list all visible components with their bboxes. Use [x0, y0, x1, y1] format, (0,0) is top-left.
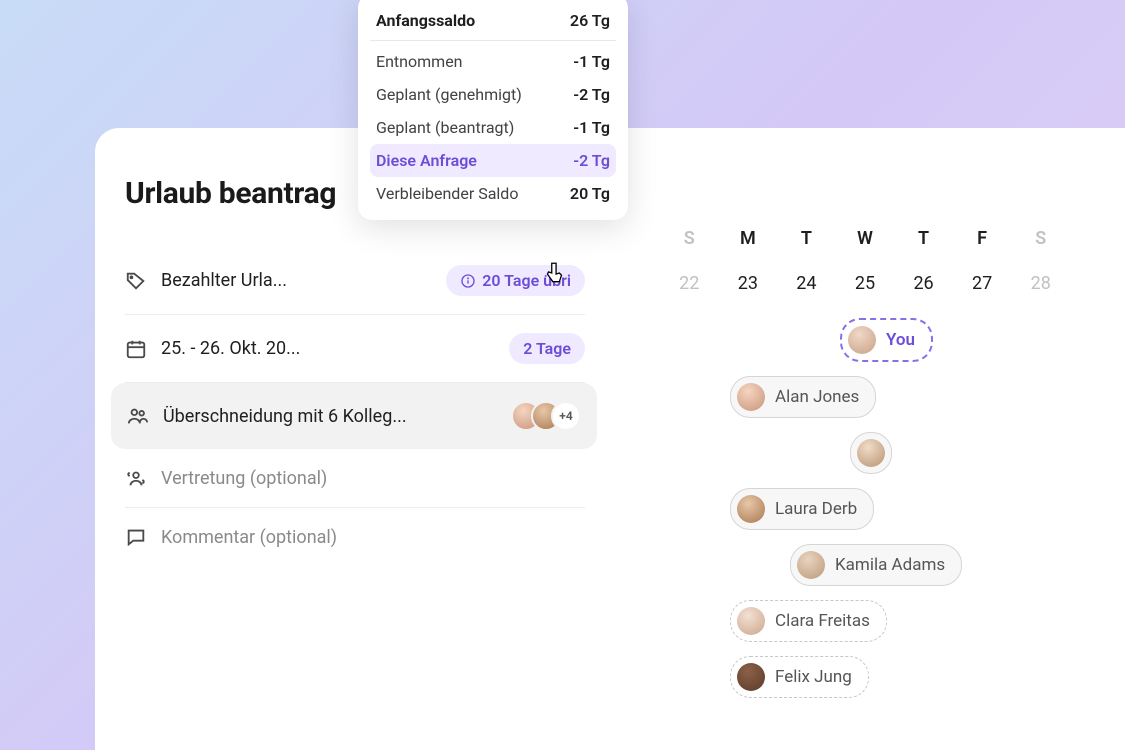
- person-pill[interactable]: Kamila Adams: [790, 544, 962, 586]
- weekday: W: [836, 228, 895, 249]
- comment-label: Kommentar (optional): [161, 527, 585, 548]
- info-icon: [460, 273, 476, 289]
- person-name: Alan Jones: [775, 387, 859, 407]
- substitute-label: Vertretung (optional): [161, 468, 585, 489]
- form-area: Bezahlter Urla... 20 Tage übri 25. - 26.…: [125, 247, 585, 566]
- tooltip-row: Entnommen -1 Tg: [370, 45, 616, 78]
- date-cell[interactable]: 23: [719, 273, 778, 294]
- person-pill[interactable]: [850, 432, 892, 474]
- weekday: T: [777, 228, 836, 249]
- tooltip-value: 20 Tg: [570, 184, 610, 203]
- avatar: [737, 383, 765, 411]
- substitute-row[interactable]: Vertretung (optional): [125, 449, 585, 508]
- tooltip-value: -1 Tg: [573, 52, 610, 71]
- tooltip-value: -2 Tg: [573, 151, 610, 170]
- person-pill-pending[interactable]: Felix Jung: [730, 656, 869, 698]
- person-pill[interactable]: Laura Derb: [730, 488, 874, 530]
- date-row: 22 23 24 25 26 27 28: [660, 273, 1070, 294]
- people-overlap-list: You Alan Jones Laura Derb Kamila Adams C…: [660, 318, 1070, 698]
- tooltip-label: Verbleibender Saldo: [376, 184, 518, 203]
- person-pill[interactable]: Alan Jones: [730, 376, 876, 418]
- tooltip-row: Geplant (beantragt) -1 Tg: [370, 111, 616, 144]
- person-name: Felix Jung: [775, 667, 852, 687]
- date-cell[interactable]: 27: [953, 273, 1012, 294]
- calendar-panel: S M T W T F S 22 23 24 25 26 27 28 You A…: [660, 228, 1070, 698]
- person-name: Kamila Adams: [835, 555, 945, 575]
- leave-type-row[interactable]: Bezahlter Urla... 20 Tage übri: [125, 247, 585, 315]
- substitute-icon: [125, 467, 147, 489]
- avatar: [848, 326, 876, 354]
- date-cell[interactable]: 22: [660, 273, 719, 294]
- tooltip-value: 26 Tg: [570, 11, 610, 30]
- person-name: You: [886, 330, 915, 350]
- people-icon: [127, 405, 149, 427]
- person-name: Clara Freitas: [775, 611, 870, 631]
- tooltip-label: Diese Anfrage: [376, 151, 477, 170]
- person-pill-pending[interactable]: Clara Freitas: [730, 600, 887, 642]
- weekday: M: [719, 228, 778, 249]
- tooltip-row: Anfangssaldo 26 Tg: [370, 4, 616, 41]
- date-range-label: 25. - 26. Okt. 20...: [161, 338, 495, 359]
- tooltip-label: Geplant (genehmigt): [376, 85, 522, 104]
- leave-type-label: Bezahlter Urla...: [161, 270, 432, 291]
- date-cell[interactable]: 25: [836, 273, 895, 294]
- comment-icon: [125, 526, 147, 548]
- weekday: F: [953, 228, 1012, 249]
- tooltip-row: Verbleibender Saldo 20 Tg: [370, 177, 616, 210]
- tooltip-value: -1 Tg: [573, 118, 610, 137]
- date-cell[interactable]: 28: [1011, 273, 1070, 294]
- tooltip-row-highlight: Diese Anfrage -2 Tg: [370, 144, 616, 177]
- calendar-icon: [125, 338, 147, 360]
- tooltip-label: Anfangssaldo: [376, 11, 475, 30]
- weekday: T: [894, 228, 953, 249]
- avatar: [857, 439, 885, 467]
- tooltip-label: Entnommen: [376, 52, 463, 71]
- weekday: S: [1011, 228, 1070, 249]
- pointer-cursor-icon: [542, 260, 568, 286]
- tag-icon: [125, 270, 147, 292]
- avatar: [737, 495, 765, 523]
- avatar-more-count: +4: [551, 401, 581, 431]
- overlap-label: Überschneidung mit 6 Kolleg...: [163, 406, 497, 427]
- tooltip-label: Geplant (beantragt): [376, 118, 514, 137]
- overlap-row[interactable]: Überschneidung mit 6 Kolleg... +4: [111, 383, 597, 449]
- avatar: [737, 607, 765, 635]
- date-cell[interactable]: 24: [777, 273, 836, 294]
- avatar: [797, 551, 825, 579]
- date-cell[interactable]: 26: [894, 273, 953, 294]
- comment-row[interactable]: Kommentar (optional): [125, 508, 585, 566]
- person-you[interactable]: You: [840, 318, 933, 362]
- tooltip-value: -2 Tg: [573, 85, 610, 104]
- weekday-header: S M T W T F S: [660, 228, 1070, 249]
- duration-badge: 2 Tage: [509, 333, 585, 364]
- weekday: S: [660, 228, 719, 249]
- balance-tooltip: Anfangssaldo 26 Tg Entnommen -1 Tg Gepla…: [358, 0, 628, 220]
- tooltip-row: Geplant (genehmigt) -2 Tg: [370, 78, 616, 111]
- overlap-avatars: +4: [511, 401, 581, 431]
- person-name: Laura Derb: [775, 499, 857, 519]
- avatar: [737, 663, 765, 691]
- date-range-row[interactable]: 25. - 26. Okt. 20... 2 Tage: [125, 315, 585, 383]
